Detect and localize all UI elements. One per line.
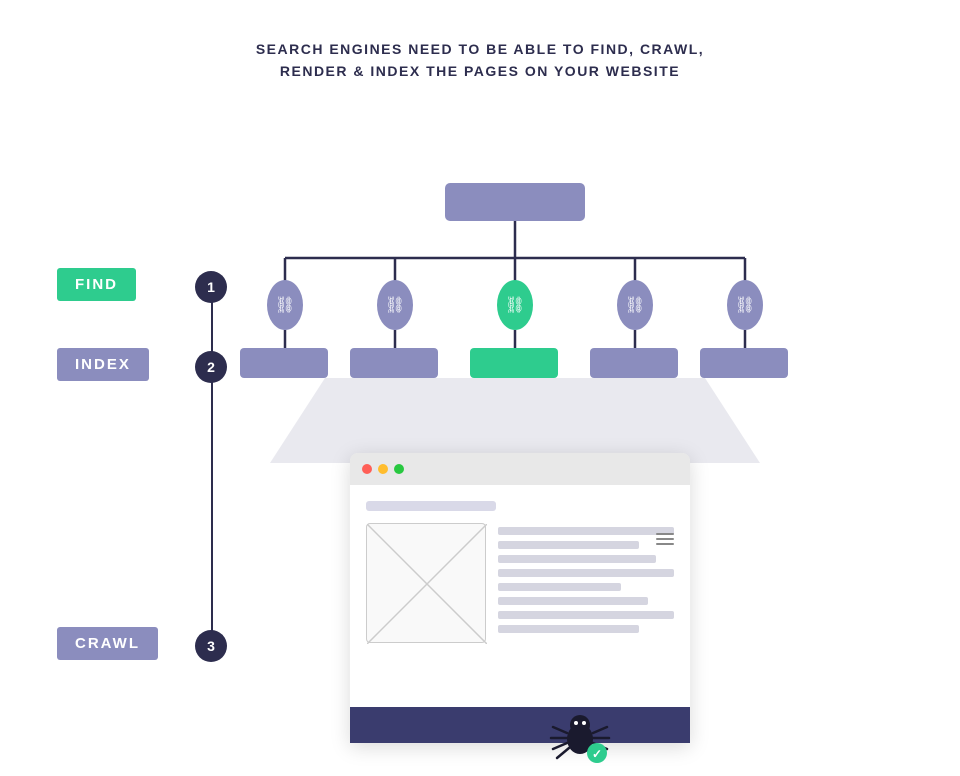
text-line	[498, 583, 621, 591]
main-container: SEARCH ENGINES NEED TO BE ABLE TO FIND, …	[0, 0, 960, 732]
diagram-area: FIND INDEX CRAWL 1 2 3	[0, 93, 960, 732]
browser-footer-bar	[350, 707, 690, 743]
browser-text	[498, 523, 674, 643]
svg-text:✓: ✓	[592, 747, 602, 761]
find-label: FIND	[57, 268, 136, 301]
menu-line	[656, 533, 674, 535]
text-line	[498, 527, 674, 535]
text-line	[498, 541, 639, 549]
browser-content	[366, 523, 674, 643]
svg-text:⛓: ⛓	[735, 296, 755, 314]
index-label: INDEX	[57, 348, 149, 381]
browser-titlebar	[350, 453, 690, 485]
browser-menu-icon	[656, 533, 674, 545]
browser-mockup	[350, 453, 690, 743]
text-line	[498, 569, 674, 577]
svg-text:⛓: ⛓	[625, 296, 645, 314]
number-3-circle: 3	[195, 630, 227, 662]
number-2-circle: 2	[195, 351, 227, 383]
svg-text:⛓: ⛓	[385, 296, 405, 314]
browser-close-dot	[362, 464, 372, 474]
browser-image	[366, 523, 486, 643]
svg-text:⛓: ⛓	[275, 296, 295, 314]
browser-maximize-dot	[394, 464, 404, 474]
number-1-circle: 1	[195, 271, 227, 303]
menu-line	[656, 538, 674, 540]
browser-nav-bar	[366, 501, 496, 511]
browser-body	[350, 485, 690, 743]
svg-text:⛓: ⛓	[505, 296, 525, 314]
text-line	[498, 611, 674, 619]
menu-line	[656, 543, 674, 545]
text-line	[498, 555, 656, 563]
browser-minimize-dot	[378, 464, 388, 474]
text-line	[498, 597, 648, 605]
spider-icon: ✓	[545, 701, 615, 771]
vertical-line	[211, 287, 213, 647]
text-line	[498, 625, 639, 633]
page-title: SEARCH ENGINES NEED TO BE ABLE TO FIND, …	[256, 38, 704, 83]
crawl-label: CRAWL	[57, 627, 158, 660]
